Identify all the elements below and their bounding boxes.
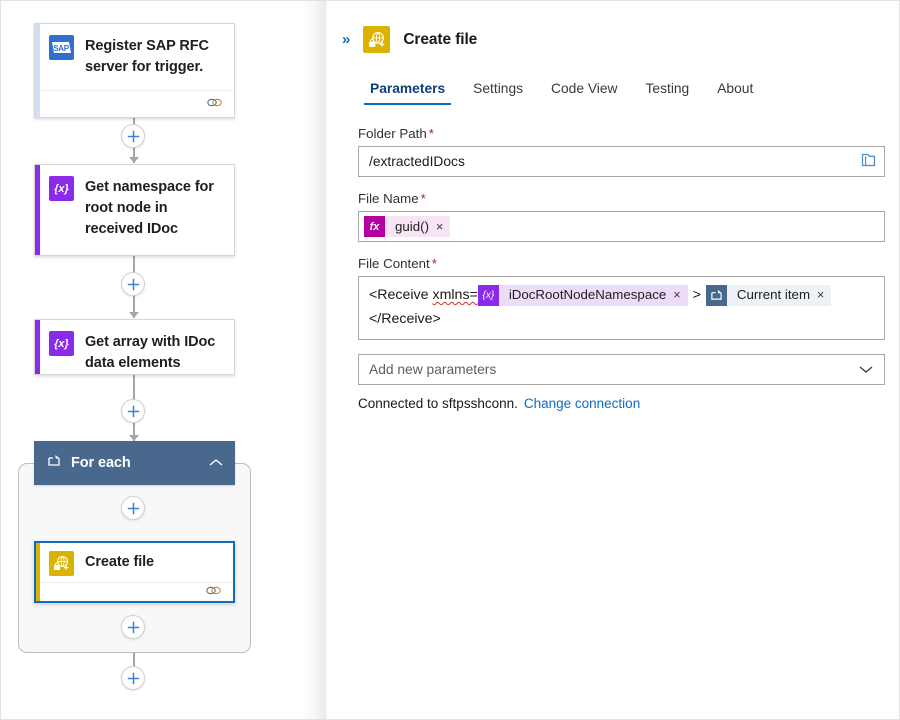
- node-title: Get array with IDoc data elements: [85, 331, 224, 374]
- node-title: Get namespace for root node in received …: [85, 176, 224, 240]
- token-chip-current-item[interactable]: Current item ×: [706, 285, 831, 306]
- node-get-array-idoc-data[interactable]: {x} Get array with IDoc data elements: [34, 319, 235, 375]
- sap-icon: SAP: [49, 35, 74, 60]
- svg-text:SAP: SAP: [53, 44, 70, 53]
- node-body: Create file: [36, 543, 233, 582]
- connector-arrow: [129, 157, 139, 163]
- token-label: guid(): [395, 219, 429, 234]
- variable-icon-glyph: {x}: [54, 183, 69, 195]
- field-folder-path: Folder Path* /extractedIDocs: [358, 126, 885, 177]
- add-parameters-placeholder: Add new parameters: [369, 362, 496, 377]
- add-step-button[interactable]: [121, 615, 145, 639]
- node-title: Create file: [85, 551, 154, 573]
- chevron-down-icon[interactable]: [859, 362, 873, 377]
- connector-arrow: [129, 312, 139, 318]
- node-for-each-header[interactable]: For each: [34, 441, 235, 485]
- required-marker: *: [421, 191, 426, 206]
- variable-icon-glyph: {x}: [54, 338, 69, 350]
- tab-settings[interactable]: Settings: [459, 75, 537, 105]
- node-get-namespace[interactable]: {x} Get namespace for root node in recei…: [34, 164, 235, 256]
- token-chip-content: Current item ×: [727, 285, 831, 306]
- file-content-input[interactable]: <Receive xmlns= {x} iDocRootNodeNamespac…: [358, 276, 885, 340]
- action-details-panel: » Create file Parameters Settings Code V…: [328, 1, 899, 719]
- content-attr-name: xmlns=: [432, 287, 477, 303]
- variable-icon: {x}: [49, 176, 74, 201]
- function-fx-icon: fx: [364, 216, 385, 237]
- folder-path-input[interactable]: /extractedIDocs: [358, 146, 885, 177]
- tab-parameters[interactable]: Parameters: [356, 75, 459, 105]
- node-body: {x} Get namespace for root node in recei…: [35, 165, 234, 255]
- field-file-content: File Content* <Receive xmlns= {x} iDocRo…: [358, 256, 885, 340]
- node-body: SAP Register SAP RFC server for trigger.: [35, 24, 234, 90]
- file-name-input[interactable]: fx guid() ×: [358, 211, 885, 242]
- node-accent-bar: [36, 543, 40, 601]
- folder-path-value: /extractedIDocs: [369, 154, 465, 169]
- loop-icon: [47, 454, 61, 472]
- add-step-button[interactable]: [121, 496, 145, 520]
- content-text-before: <Receive: [369, 287, 432, 303]
- node-footer: [35, 90, 234, 117]
- required-marker: *: [432, 256, 437, 271]
- change-connection-link[interactable]: Change connection: [524, 396, 640, 411]
- remove-token-icon[interactable]: ×: [436, 220, 443, 234]
- chevron-double-right-icon[interactable]: »: [340, 32, 350, 47]
- node-title: Register SAP RFC server for trigger.: [85, 35, 224, 78]
- node-footer: [36, 582, 233, 601]
- node-register-sap-rfc-server[interactable]: SAP Register SAP RFC server for trigger.: [34, 23, 235, 118]
- token-label: Current item: [737, 284, 810, 307]
- variable-icon: {x}: [49, 331, 74, 356]
- parameters-form: Folder Path* /extractedIDocs File Name*: [328, 105, 899, 411]
- remove-token-icon[interactable]: ×: [673, 285, 680, 307]
- loop-icon: [706, 285, 727, 306]
- page-title: Create file: [403, 31, 477, 49]
- node-body: {x} Get array with IDoc data elements: [35, 320, 234, 385]
- content-text-after: </Receive>: [369, 311, 441, 327]
- node-create-file[interactable]: Create file: [34, 541, 235, 603]
- token-chip-content: iDocRootNodeNamespace ×: [499, 285, 688, 306]
- sftp-create-file-icon: [363, 26, 390, 53]
- node-accent-bar: [35, 24, 40, 117]
- add-step-button[interactable]: [121, 666, 145, 690]
- connection-status: Connected to sftpsshconn. Change connecti…: [358, 396, 885, 411]
- add-step-button[interactable]: [121, 399, 145, 423]
- panel-divider-shadow: [300, 1, 328, 719]
- token-chip-guid[interactable]: fx guid() ×: [364, 216, 450, 237]
- node-accent-bar: [35, 165, 40, 255]
- add-step-button[interactable]: [121, 272, 145, 296]
- workflow-canvas[interactable]: SAP Register SAP RFC server for trigger.: [1, 1, 328, 719]
- file-name-label: File Name*: [358, 191, 885, 206]
- file-content-label: File Content*: [358, 256, 885, 271]
- required-marker: *: [429, 126, 434, 141]
- add-step-button[interactable]: [121, 124, 145, 148]
- panel-header: » Create file: [328, 1, 899, 53]
- content-text-middle: >: [688, 287, 706, 303]
- folder-path-label: Folder Path*: [358, 126, 885, 141]
- logic-app-designer: SAP Register SAP RFC server for trigger.: [0, 0, 900, 720]
- tab-testing[interactable]: Testing: [632, 75, 704, 105]
- variable-icon: {x}: [478, 285, 499, 306]
- connection-link-icon[interactable]: [206, 583, 221, 601]
- tab-about[interactable]: About: [703, 75, 767, 105]
- token-chip-content: guid() ×: [385, 216, 450, 237]
- add-new-parameters-dropdown[interactable]: Add new parameters: [358, 354, 885, 385]
- token-label: iDocRootNodeNamespace: [509, 284, 666, 307]
- connection-link-icon[interactable]: [207, 95, 222, 113]
- node-accent-bar: [35, 320, 40, 374]
- field-file-name: File Name* fx guid() ×: [358, 191, 885, 242]
- chevron-up-icon[interactable]: [209, 454, 223, 472]
- tab-code-view[interactable]: Code View: [537, 75, 631, 105]
- folder-open-icon[interactable]: [861, 152, 876, 171]
- remove-token-icon[interactable]: ×: [817, 285, 824, 307]
- token-chip-idoc-root-node-namespace[interactable]: {x} iDocRootNodeNamespace ×: [478, 285, 688, 306]
- panel-tabs: Parameters Settings Code View Testing Ab…: [328, 75, 899, 105]
- for-each-label: For each: [71, 455, 209, 471]
- connection-text: Connected to sftpsshconn.: [358, 396, 518, 411]
- sftp-create-file-icon: [49, 551, 74, 576]
